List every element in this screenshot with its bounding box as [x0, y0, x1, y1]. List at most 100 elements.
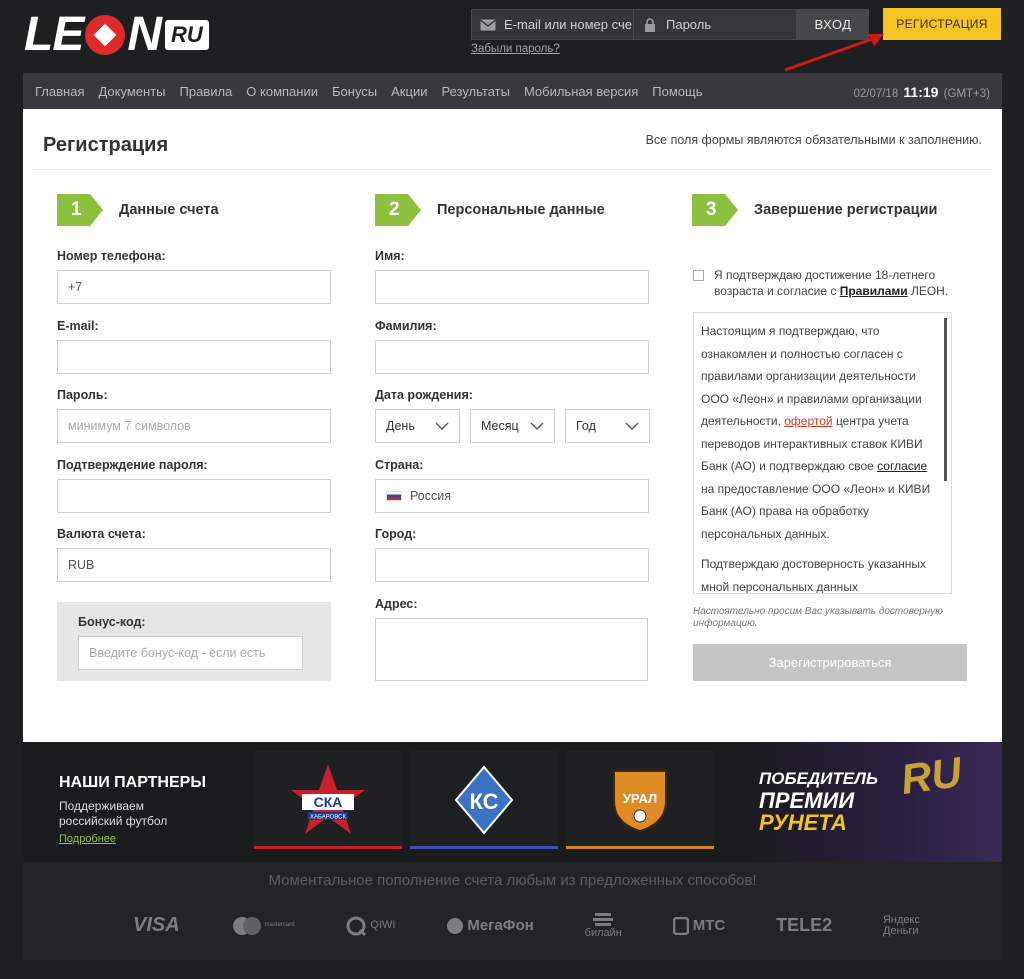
- ural-logo-icon: УРАЛ: [613, 770, 667, 833]
- envelope-icon: [480, 18, 496, 30]
- runet-award-banner[interactable]: ПОБЕДИТЕЛЬ ПРЕМИИ РУНЕТА RU: [741, 742, 1002, 862]
- club-ska-bar: [254, 846, 402, 849]
- nav-home[interactable]: Главная: [35, 84, 84, 99]
- tele2-logo: TELE2: [776, 915, 832, 936]
- nav-help[interactable]: Помощь: [652, 84, 702, 99]
- phone-label: Номер телефона:: [57, 249, 166, 263]
- address-textarea[interactable]: [375, 618, 648, 681]
- nav-promotions[interactable]: Акции: [391, 84, 427, 99]
- rules-link[interactable]: Правилами: [840, 284, 908, 298]
- nav-bonuses[interactable]: Бонусы: [332, 84, 377, 99]
- password-input[interactable]: [68, 419, 330, 433]
- terms-text-c: на предоставление ООО «Леон» и КИВИ Банк…: [701, 481, 931, 541]
- age-consent: Я подтверждаю достижение 18-летнего возр…: [693, 267, 968, 299]
- club-ural[interactable]: УРАЛ: [566, 751, 714, 849]
- age-consent-text: Я подтверждаю достижение 18-летнего возр…: [714, 267, 968, 299]
- ska-logo-subtext: ХАБАРОВСК: [310, 815, 346, 821]
- nav-mobile[interactable]: Мобильная версия: [524, 84, 638, 99]
- step-3: 3 Завершение регистрации: [692, 194, 937, 226]
- leon-logo[interactable]: LE N RU: [24, 8, 209, 61]
- payment-logos: VISA mastercard QIWI МегаФон билайн МТС …: [133, 912, 933, 939]
- bonus-code-box: Бонус-код:: [57, 602, 331, 681]
- phone-field[interactable]: [57, 270, 331, 304]
- login-password-field[interactable]: [634, 9, 797, 40]
- email-field[interactable]: [57, 340, 331, 374]
- bonus-code-input[interactable]: [89, 646, 302, 660]
- currency-value: RUB: [68, 558, 95, 572]
- nav-about[interactable]: О компании: [246, 84, 318, 99]
- email-label: E-mail:: [57, 319, 99, 333]
- step-1: 1 Данные счета: [57, 194, 219, 226]
- first-name-input[interactable]: [386, 280, 648, 294]
- register-submit-button[interactable]: Зарегистрироваться: [693, 644, 967, 681]
- runet-award-line2: ПРЕМИИ: [759, 788, 855, 813]
- logo-text-left: LE: [24, 8, 84, 61]
- register-header-button[interactable]: РЕГИСТРАЦИЯ: [883, 8, 1001, 40]
- birth-year-value: Год: [576, 419, 596, 433]
- partners-subtitle: Поддерживаем российский футбол: [59, 799, 168, 828]
- birth-month-value: Месяц: [481, 419, 519, 433]
- step-2-label: Персональные данные: [437, 202, 605, 218]
- terms-scrollbar[interactable]: [944, 318, 947, 481]
- age-consent-checkbox[interactable]: [693, 270, 704, 281]
- email-input[interactable]: [68, 350, 330, 364]
- nav-rules[interactable]: Правила: [180, 84, 233, 99]
- login-email-input[interactable]: [504, 17, 633, 32]
- club-ska[interactable]: СКА ХАБАРОВСК: [254, 751, 402, 849]
- visa-text: VISA: [133, 914, 180, 936]
- clock: 02/07/18 11:19 (GMT+3): [853, 84, 990, 100]
- club-krylia[interactable]: КС: [410, 751, 558, 849]
- offer-link[interactable]: офертой: [784, 414, 832, 428]
- last-name-label: Фамилия:: [375, 319, 437, 333]
- last-name-field[interactable]: [375, 340, 649, 374]
- terms-paragraph-2: Подтверждаю достоверность указанных мной…: [701, 557, 926, 594]
- chevron-down-icon: [625, 422, 639, 430]
- confirm-password-field[interactable]: [57, 479, 331, 513]
- club-ural-bar: [566, 846, 714, 849]
- terms-scroll-box[interactable]: Настоящим я подтверждаю, что ознакомлен …: [693, 312, 952, 594]
- city-label: Город:: [375, 527, 417, 541]
- first-name-field[interactable]: [375, 270, 649, 304]
- password-field[interactable]: [57, 409, 331, 443]
- birth-date-label: Дата рождения:: [375, 388, 473, 402]
- mts-text: МТС: [692, 917, 726, 934]
- nav-results[interactable]: Результаты: [441, 84, 509, 99]
- confirm-password-input[interactable]: [68, 489, 330, 503]
- mts-logo: МТС: [672, 916, 726, 935]
- partners-section: НАШИ ПАРТНЕРЫ Поддерживаем российский фу…: [23, 742, 1002, 862]
- birth-year-select[interactable]: Год: [565, 409, 650, 443]
- runet-award-line3: РУНЕТА: [759, 810, 847, 835]
- forgot-password-link[interactable]: Забыли пароль?: [471, 43, 560, 55]
- qiwi-text: QIWI: [370, 919, 396, 931]
- nav-documents[interactable]: Документы: [98, 84, 165, 99]
- bonus-code-field[interactable]: [78, 636, 303, 670]
- birth-day-select[interactable]: День: [375, 409, 460, 443]
- country-value: Россия: [410, 489, 451, 503]
- phone-input[interactable]: [68, 280, 330, 294]
- step-1-label: Данные счета: [119, 202, 219, 218]
- age-consent-text-2: ЛЕОН.: [907, 284, 949, 298]
- partners-more-link[interactable]: Подробнее: [59, 833, 116, 845]
- login-email-field[interactable]: [471, 9, 634, 40]
- divider: [33, 169, 992, 170]
- country-select[interactable]: Россия: [375, 479, 649, 513]
- clock-date: 02/07/18: [853, 88, 899, 100]
- consent-link[interactable]: согласие: [877, 459, 927, 473]
- last-name-input[interactable]: [386, 350, 648, 364]
- password-label: Пароль:: [57, 388, 108, 402]
- qiwi-logo: QIWI: [345, 915, 395, 937]
- ska-logo-icon: СКА ХАБАРОВСК: [291, 764, 365, 834]
- city-input[interactable]: [386, 558, 648, 572]
- beeline-icon: [593, 913, 614, 926]
- birth-month-select[interactable]: Месяц: [470, 409, 555, 443]
- megafon-text: МегаФон: [467, 917, 534, 934]
- megafon-icon: [447, 917, 464, 934]
- login-password-input[interactable]: [666, 17, 796, 32]
- krylia-logo-text: КС: [469, 789, 498, 814]
- ural-logo-text: УРАЛ: [623, 791, 657, 806]
- chevron-down-icon: [530, 422, 544, 430]
- currency-field[interactable]: RUB: [57, 548, 331, 582]
- country-label: Страна:: [375, 458, 424, 472]
- ska-logo-text: СКА: [314, 794, 343, 810]
- city-field[interactable]: [375, 548, 649, 582]
